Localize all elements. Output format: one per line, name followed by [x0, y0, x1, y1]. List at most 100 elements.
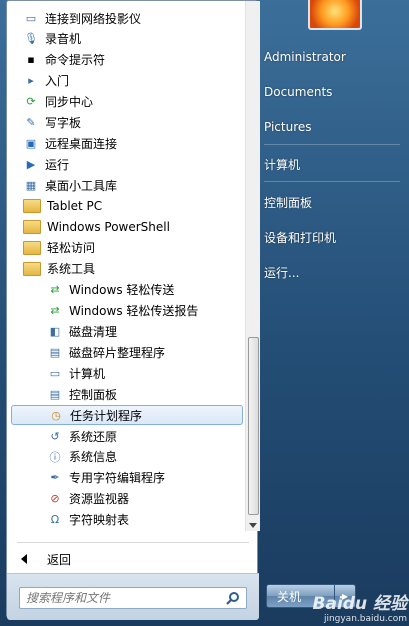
program-item-label: 任务计划程序: [70, 408, 143, 423]
search-input[interactable]: [26, 588, 222, 608]
right-item-label: 设备和打印机: [264, 230, 337, 245]
user-avatar[interactable]: [308, 0, 362, 30]
program-item[interactable]: ✎ 写字板: [23, 113, 241, 133]
program-item[interactable]: ▪ 命令提示符: [23, 50, 241, 70]
program-item[interactable]: ◷ 任务计划程序: [11, 405, 243, 426]
remote-desktop-icon: ▣: [25, 136, 37, 150]
start-menu: ▭ 连接到网络投影仪 🎙 录音机 ▪ 命令提示符 ▸ 入门 ⟳ 同步中心 ✎ 写字板 ▣ 远程桌面连接 ▶ 运…: [0, 0, 409, 626]
program-item-label: 桌面小工具库: [45, 178, 118, 193]
right-item-computer[interactable]: 计算机: [264, 153, 404, 175]
program-item[interactable]: ↺ 系统还原: [47, 426, 241, 446]
program-item[interactable]: 🎙 录音机: [23, 29, 241, 49]
program-item-label: 远程桌面连接: [45, 136, 118, 151]
program-item[interactable]: ⇄ Windows 轻松传送报告: [47, 301, 241, 321]
program-item-label: 命令提示符: [45, 53, 106, 68]
program-item-label: 资源监视器: [69, 492, 130, 507]
program-item[interactable]: ▣ 远程桌面连接: [23, 133, 241, 153]
resource-monitor-icon: ⊘: [50, 492, 60, 506]
folder-icon: [23, 220, 41, 234]
control-panel-icon: ▤: [49, 387, 61, 401]
right-item-control-panel[interactable]: 控制面板: [264, 191, 404, 213]
command-prompt-icon: ▪: [27, 53, 35, 67]
right-item-label: Pictures: [264, 120, 312, 134]
run-icon: ▶: [26, 157, 36, 171]
defragmenter-icon: ▤: [49, 345, 61, 359]
back-label: 返回: [47, 552, 72, 567]
program-item-label: 入门: [45, 74, 70, 89]
microphone-icon: 🎙: [24, 32, 38, 46]
right-pane: Administrator Documents Pictures 计算机 控制面…: [258, 0, 409, 626]
program-item-label: 字符映射表: [69, 513, 130, 528]
program-item-label: 写字板: [45, 116, 82, 130]
right-item-label: Administrator: [264, 50, 346, 64]
easy-transfer-icon: ⇄: [50, 283, 60, 297]
program-item-label: 系统还原: [69, 429, 118, 444]
back-button[interactable]: 返回: [21, 549, 71, 569]
right-item-label: Documents: [264, 85, 333, 99]
program-item[interactable]: ⊘ 资源监视器: [47, 489, 241, 509]
program-item[interactable]: ✒ 专用字符编辑程序: [47, 468, 241, 488]
program-item[interactable]: ◧ 磁盘清理: [47, 322, 241, 342]
search-area: [7, 573, 259, 620]
watermark: Baidu 经验 jingyan.baidu.com: [313, 589, 407, 624]
folder-icon: [23, 261, 41, 276]
character-map-icon: Ω: [50, 513, 60, 527]
program-item[interactable]: Ω 字符映射表: [47, 510, 241, 530]
program-item[interactable]: ⇄ Windows 轻松传送: [47, 280, 241, 300]
program-item[interactable]: ▦ 桌面小工具库: [23, 175, 241, 195]
folder-icon: [23, 199, 41, 214]
program-item-label: 系统信息: [69, 450, 118, 465]
program-item-label: 控制面板: [69, 387, 118, 402]
program-item[interactable]: 轻松访问: [23, 238, 241, 258]
right-item-pictures[interactable]: Pictures: [264, 116, 404, 138]
program-item-label: Tablet PC: [47, 199, 103, 214]
divider: [17, 542, 249, 543]
wordpad-icon: ✎: [26, 116, 36, 129]
clock-icon: ◷: [51, 408, 61, 422]
search-box[interactable]: [19, 587, 247, 609]
program-item-label: 录音机: [45, 32, 82, 47]
right-item-documents[interactable]: Documents: [264, 81, 404, 103]
program-item[interactable]: Tablet PC: [23, 196, 241, 216]
program-item[interactable]: ▶ 运行: [23, 154, 241, 174]
program-item-label: 磁盘清理: [69, 325, 118, 339]
program-item[interactable]: ⓘ 系统信息: [47, 447, 241, 467]
system-info-icon: ⓘ: [49, 450, 61, 464]
right-divider: [264, 181, 400, 182]
right-item-run[interactable]: 运行...: [264, 261, 404, 283]
program-item-label: 运行: [45, 157, 70, 172]
program-item-label: 计算机: [69, 366, 106, 381]
program-item-label: 连接到网络投影仪: [45, 11, 142, 26]
program-item-label: Windows 轻松传送报告: [69, 304, 199, 319]
program-item[interactable]: 系统工具: [23, 259, 241, 279]
program-item[interactable]: ⟳ 同步中心: [23, 92, 241, 112]
program-item-label: 磁盘碎片整理程序: [69, 345, 166, 360]
watermark-url: jingyan.baidu.com: [323, 614, 407, 624]
program-item[interactable]: ▭ 连接到网络投影仪: [23, 8, 241, 28]
program-item[interactable]: ▭ 计算机: [47, 363, 241, 383]
right-item-administrator[interactable]: Administrator: [264, 46, 404, 68]
watermark-logo: Baidu 经验: [312, 594, 407, 614]
shutdown-label: 关机: [277, 589, 302, 604]
right-item-label: 计算机: [264, 157, 301, 172]
program-item[interactable]: ▤ 控制面板: [47, 384, 241, 404]
char-editor-icon: ✒: [50, 471, 60, 485]
program-item[interactable]: ▤ 磁盘碎片整理程序: [47, 342, 241, 362]
back-arrow-icon: [21, 554, 27, 564]
program-item[interactable]: ▸ 入门: [23, 71, 241, 91]
right-item-label: 控制面板: [264, 195, 313, 210]
gadgets-icon: ▦: [25, 178, 37, 192]
search-icon[interactable]: [226, 591, 240, 605]
system-restore-icon: ↺: [50, 429, 60, 443]
sync-icon: ⟳: [26, 95, 36, 109]
right-item-devices-printers[interactable]: 设备和打印机: [264, 226, 404, 248]
programs-list: ▭ 连接到网络投影仪 🎙 录音机 ▪ 命令提示符 ▸ 入门 ⟳ 同步中心 ✎ 写字板 ▣ 远程桌面连接 ▶ 运…: [7, 1, 243, 531]
folder-icon: [23, 240, 41, 255]
projector-icon: ▭: [25, 11, 37, 25]
right-item-label: 运行...: [264, 265, 300, 280]
programs-pane: ▭ 连接到网络投影仪 🎙 录音机 ▪ 命令提示符 ▸ 入门 ⟳ 同步中心 ✎ 写字板 ▣ 远程桌面连接 ▶ 运…: [6, 0, 260, 620]
getting-started-icon: ▸: [28, 74, 34, 88]
scroll-down-arrow-icon[interactable]: [249, 523, 257, 528]
program-item-label: 专用字符编辑程序: [69, 471, 166, 486]
program-item[interactable]: Windows PowerShell: [23, 217, 241, 237]
